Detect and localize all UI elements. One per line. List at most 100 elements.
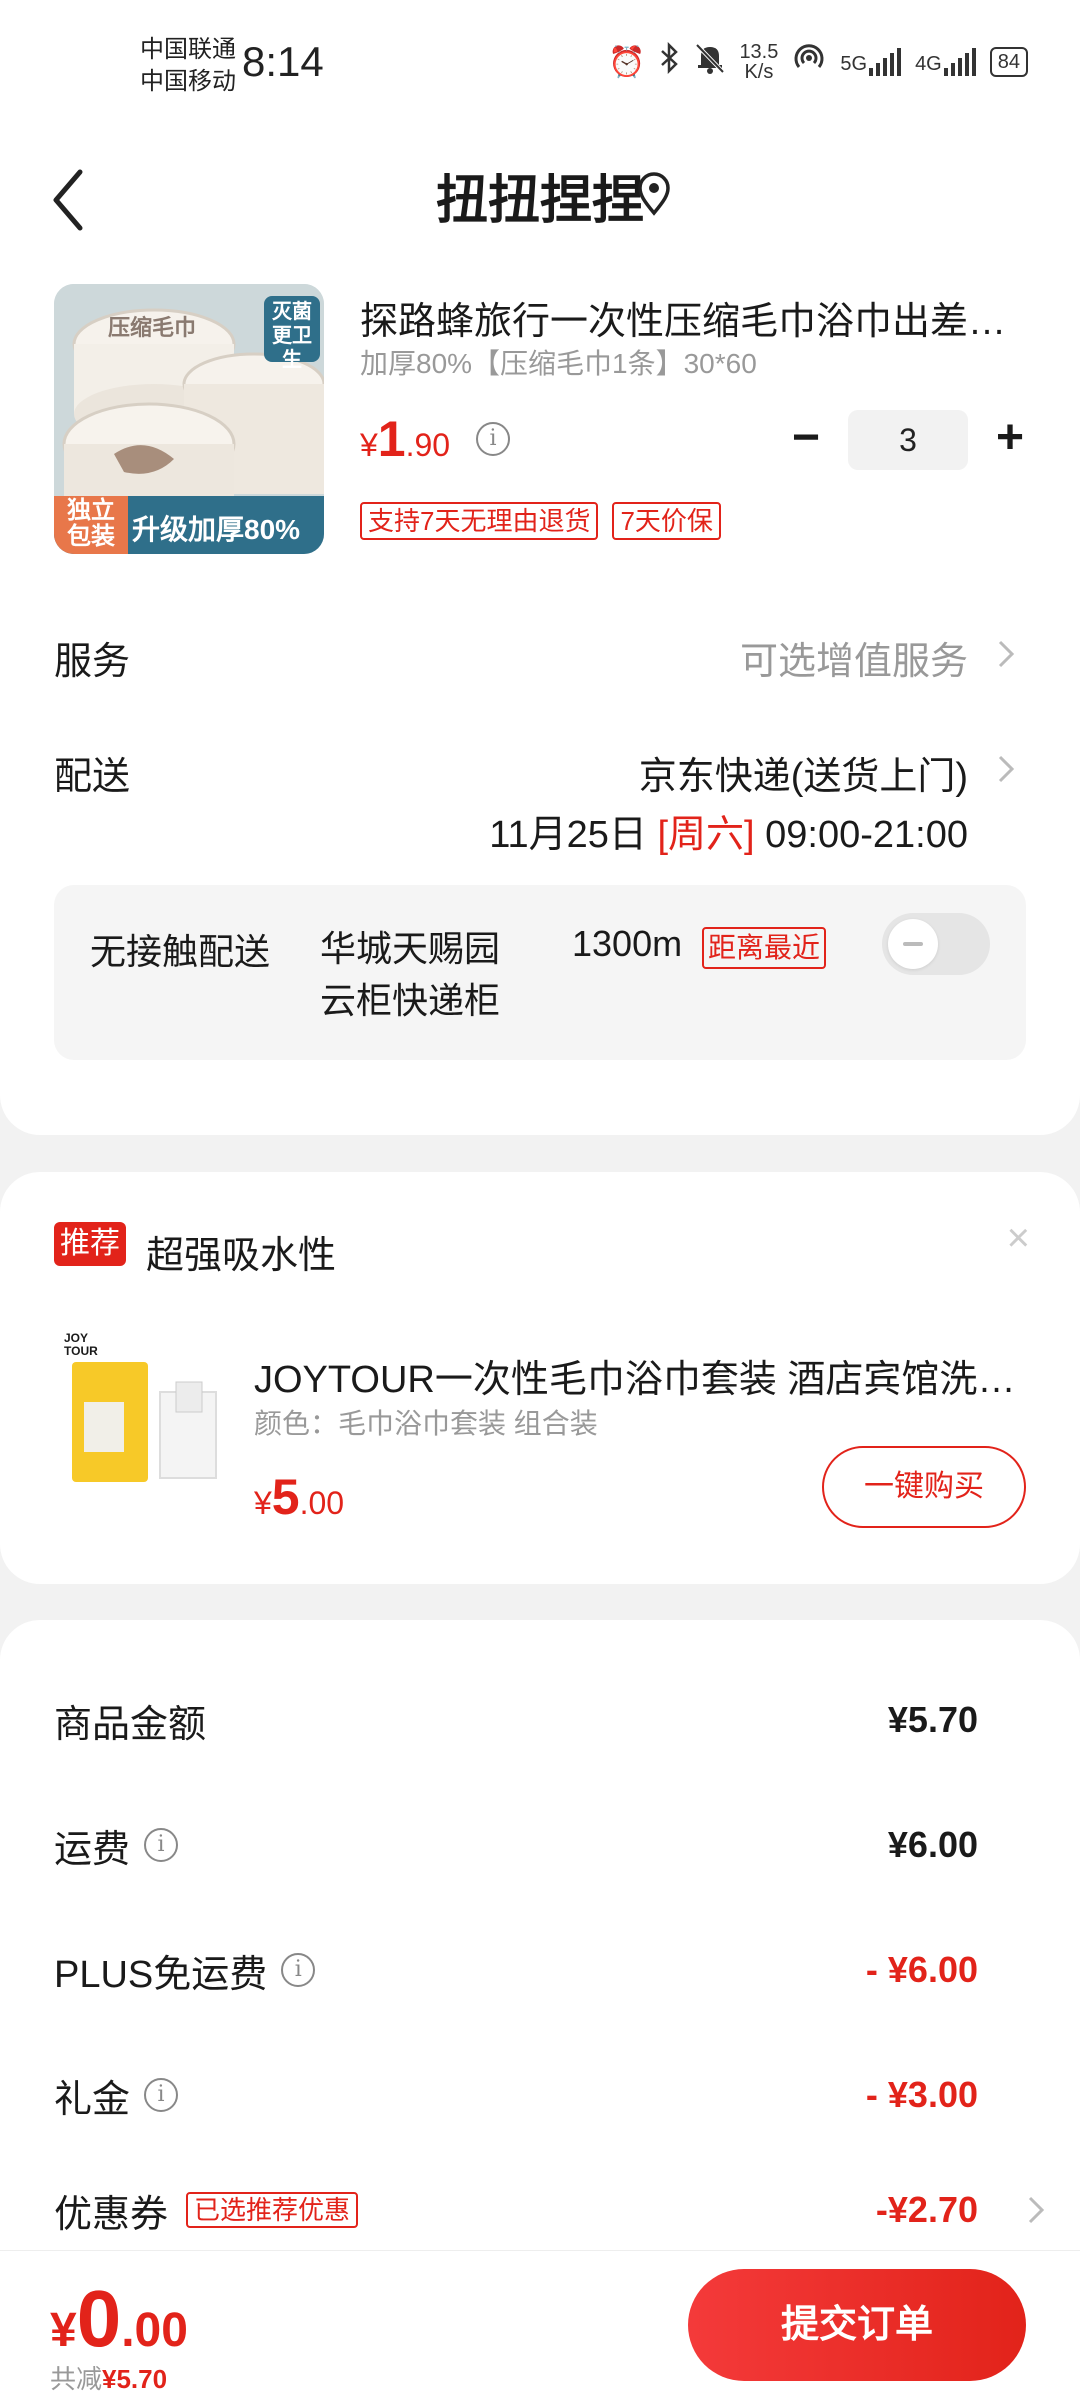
locker-distance: 1300m: [572, 923, 683, 964]
net-speed-value: 13.5: [739, 41, 779, 63]
signal-5g: 5G: [840, 48, 902, 76]
total-savings: 共减¥5.70: [50, 2359, 167, 2396]
price-decimal: .90: [405, 427, 451, 463]
bluetooth-icon: [659, 41, 681, 82]
contactless-delivery-box: 无接触配送 华城天赐园 云柜快递柜 1300m 距离最近: [54, 885, 1026, 1060]
total-integer: 0: [76, 2274, 122, 2363]
summary-label: 商品金额: [54, 1703, 207, 1746]
summary-row-coupon[interactable]: 优惠券 已选推荐优惠 -¥2.70: [54, 2180, 978, 2240]
info-icon: i: [476, 422, 510, 456]
tag-price-protection: 7天价保: [612, 502, 721, 540]
summary-value: ¥6.00: [887, 1824, 978, 1865]
delivery-date: 11月25日: [489, 814, 647, 856]
image-banner: 升级加厚80%: [132, 514, 301, 545]
locker-location-line2: 云柜快递柜: [320, 980, 501, 1021]
coupon-tag: 已选推荐优惠: [186, 2192, 359, 2228]
battery-icon: 84: [989, 47, 1028, 77]
hotspot-icon: [792, 43, 826, 81]
summary-row-goods-amount: 商品金额 ¥5.70: [54, 1690, 978, 1750]
status-time: 8:14: [242, 38, 324, 85]
image-badge-sterile: 灭菌更卫生: [272, 301, 312, 371]
summary-row-gift-money: 礼金 i - ¥3.00: [54, 2065, 978, 2125]
delivery-method[interactable]: 京东快递(送货上门): [639, 745, 968, 800]
recommend-title: 超强吸水性: [146, 1235, 337, 1277]
carrier-1: 中国联通: [140, 36, 236, 63]
price-info-button[interactable]: i: [476, 422, 510, 456]
summary-value: - ¥6.00: [865, 1949, 978, 1990]
image-badge-packaging: 独立包装: [67, 497, 115, 550]
price-integer: 1: [377, 411, 406, 467]
service-tags: 支持7天无理由退货 7天价保: [360, 502, 721, 540]
signal-5g-label: 5G: [840, 53, 868, 75]
recommend-badge: 推荐: [54, 1222, 126, 1266]
one-click-buy-button[interactable]: 一键购买: [822, 1446, 1026, 1528]
signal-4g-label: 4G: [915, 53, 942, 75]
summary-label: 礼金: [54, 2078, 131, 2121]
toggle-knob: [888, 919, 938, 969]
price-integer: 5: [271, 1469, 300, 1525]
coupon-value: -¥2.70: [875, 2189, 978, 2230]
carrier-names: 中国联通 中国移动: [140, 34, 236, 98]
recommend-card: 推荐 超强吸水性 × JOY TOUR JOYTOUR一次性毛巾浴巾套装 酒店宾…: [0, 1172, 1080, 1584]
image-brand-text: JOY TOUR: [64, 1331, 98, 1358]
contactless-label: 无接触配送: [90, 931, 271, 972]
contactless-toggle[interactable]: [882, 913, 990, 975]
header: 扭扭捏捏: [0, 130, 1080, 270]
info-icon[interactable]: i: [144, 1828, 179, 1862]
summary-value: ¥5.70: [887, 1699, 978, 1740]
status-icons: ⏰ 13.5 K/s 5G 4G 84: [608, 41, 1028, 82]
chevron-right-icon[interactable]: [990, 749, 1020, 789]
total-decimal: .00: [121, 2304, 188, 2357]
quantity-input[interactable]: [848, 410, 968, 470]
locker-location: 华城天赐园 云柜快递柜: [320, 923, 500, 1027]
delivery-weekday: [周六]: [657, 814, 755, 856]
price-summary-card: 商品金额 ¥5.70 运费 i ¥6.00 PLUS免运费 i - ¥6.00 礼金…: [0, 1620, 1080, 2250]
close-button[interactable]: ×: [1007, 1216, 1030, 1261]
product-image[interactable]: 灭菌更卫生 压缩毛巾 独立包装 升级加厚80%: [54, 284, 324, 554]
info-icon[interactable]: i: [281, 1953, 316, 1987]
network-speed: 13.5 K/s: [739, 42, 778, 82]
location-pin-icon[interactable]: [636, 172, 672, 221]
delivery-time[interactable]: 11月25日 [周六] 09:00-21:00: [489, 803, 968, 858]
image-lid-text: 压缩毛巾: [108, 315, 197, 340]
summary-row-shipping: 运费 i ¥6.00: [54, 1815, 978, 1875]
alarm-icon: ⏰: [608, 45, 646, 79]
carrier-2: 中国移动: [140, 68, 236, 95]
summary-label: PLUS免运费: [54, 1953, 268, 1996]
recommend-product-spec: 颜色：毛巾浴巾套装 组合装: [254, 1408, 598, 1439]
increase-quantity-button[interactable]: +: [980, 410, 1040, 470]
submit-order-button[interactable]: 提交订单: [688, 2269, 1026, 2381]
page-title: 扭扭捏捏: [435, 172, 644, 230]
nearest-tag: 距离最近: [702, 927, 827, 969]
service-value[interactable]: 可选增值服务: [740, 630, 968, 685]
recommend-product-title[interactable]: JOYTOUR一次性毛巾浴巾套装 酒店宾馆洗浴用品: [254, 1348, 1030, 1403]
order-item-card: 灭菌更卫生 压缩毛巾 独立包装 升级加厚80% 探路蜂旅行一次性压缩毛巾浴巾出差…: [0, 270, 1080, 1135]
summary-row-plus-free-shipping: PLUS免运费 i - ¥6.00: [54, 1940, 978, 2000]
status-bar: 中国联通 中国移动 8:14 ⏰ 13.5 K/s 5G 4G 84: [0, 0, 1080, 130]
recommend-product-price: ¥5.00: [254, 1468, 344, 1526]
checkout-bar: ¥0.00 共减¥5.70 提交订单: [0, 2250, 1080, 2400]
product-title[interactable]: 探路蜂旅行一次性压缩毛巾浴巾出差旅游酒店用品: [360, 290, 1030, 345]
summary-label: 运费: [54, 1828, 131, 1871]
product-price: ¥1.90: [360, 410, 450, 468]
total-price: ¥0.00: [50, 2273, 188, 2365]
savings-prefix: 共减: [50, 2364, 103, 2394]
tag-7day-return: 支持7天无理由退货: [360, 502, 599, 540]
decrease-quantity-button[interactable]: −: [776, 410, 836, 470]
net-speed-unit: K/s: [744, 61, 774, 83]
quantity-stepper: − +: [776, 410, 1040, 470]
chevron-right-icon[interactable]: [1020, 2190, 1050, 2230]
price-currency: ¥: [360, 427, 378, 463]
info-icon[interactable]: i: [144, 2078, 179, 2112]
recommend-product-image[interactable]: JOY TOUR: [60, 1332, 230, 1502]
price-decimal: .00: [299, 1485, 345, 1521]
locker-location-line1: 华城天赐园: [320, 928, 501, 969]
chevron-right-icon[interactable]: [990, 634, 1020, 674]
delivery-time-range: 09:00-21:00: [765, 814, 968, 856]
savings-value: ¥5.70: [102, 2364, 168, 2394]
product-spec: 加厚80%【压缩毛巾1条】30*60: [360, 348, 757, 379]
signal-4g: 4G: [915, 48, 976, 76]
signal-bars-icon: [869, 48, 902, 76]
delivery-label: 配送: [54, 756, 131, 798]
price-currency: ¥: [254, 1485, 272, 1521]
